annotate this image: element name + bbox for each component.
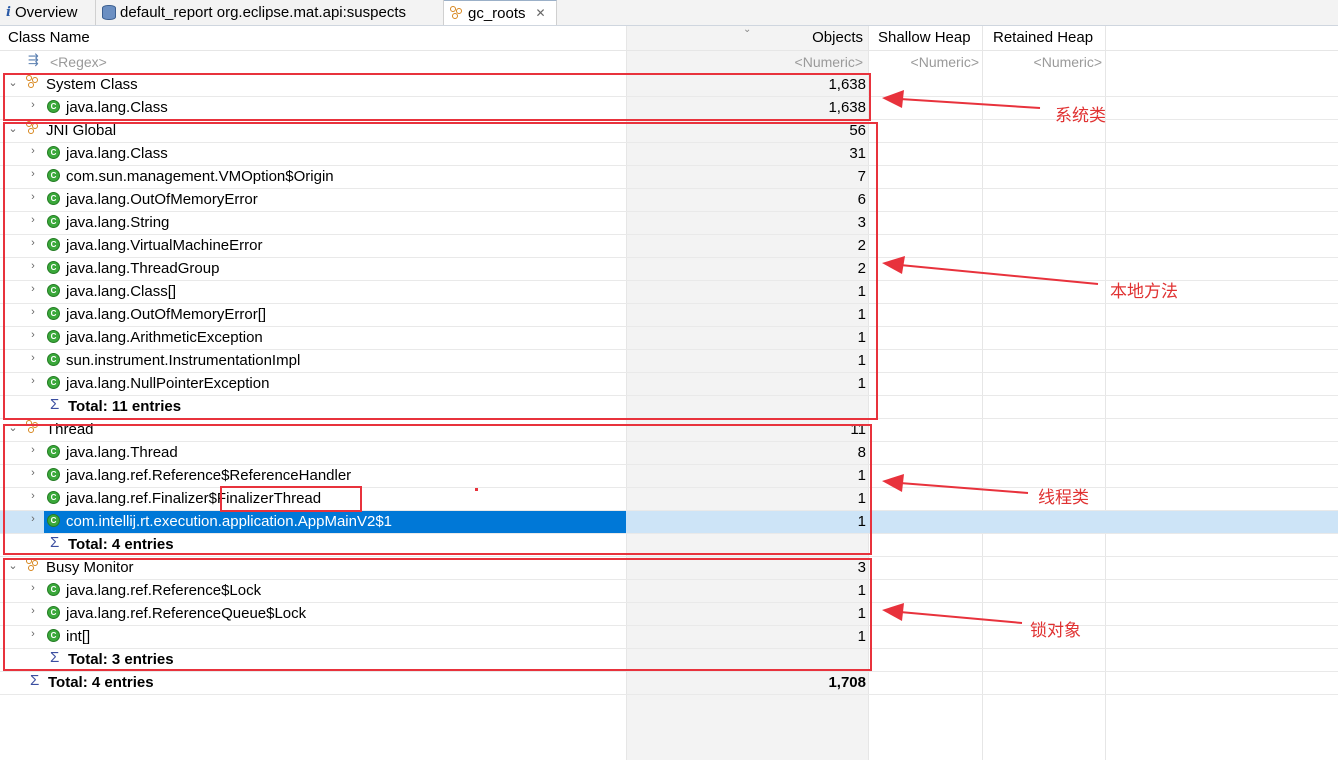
annotation-system-class: 系统类 [1055,106,1106,126]
annotation-arrows [882,90,1099,624]
annotation-monitor: 锁对象 [1030,621,1081,641]
annotation-jni: 本地方法 [1110,282,1178,302]
annotation-thread: 线程类 [1038,488,1089,508]
